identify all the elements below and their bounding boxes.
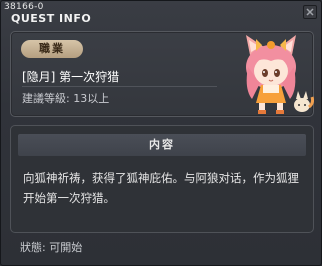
content-header: 内容 [18, 134, 306, 156]
quest-id-label: 38166-0 [4, 2, 44, 12]
level-requirement: 建議等級: 13以上 [22, 92, 110, 105]
npc-portrait-icon [246, 35, 314, 114]
quest-content-panel: 内容 向狐神祈祷，获得了狐神庇佑。与阿狼对话，作为狐狸开始第一次狩猎。 [10, 125, 314, 233]
quest-summary-panel: 職業 [隐月] 第一次狩猎 建議等級: 13以上 [10, 31, 314, 117]
divider [22, 86, 217, 87]
window-title: QUEST INFO [11, 12, 92, 25]
quest-name: [隐月] 第一次狩猎 [22, 70, 120, 84]
quest-status: 狀態: 可開始 [20, 241, 83, 254]
category-badge: 職業 [21, 40, 83, 58]
close-button[interactable] [303, 5, 317, 19]
close-icon [306, 8, 314, 16]
quest-description: 向狐神祈祷，获得了狐神庇佑。与阿狼对话，作为狐狸开始第一次狩猎。 [23, 171, 299, 205]
quest-info-window: 38166-0 QUEST INFO 職業 [隐月] 第一次狩猎 建議等級: 1… [0, 0, 322, 266]
